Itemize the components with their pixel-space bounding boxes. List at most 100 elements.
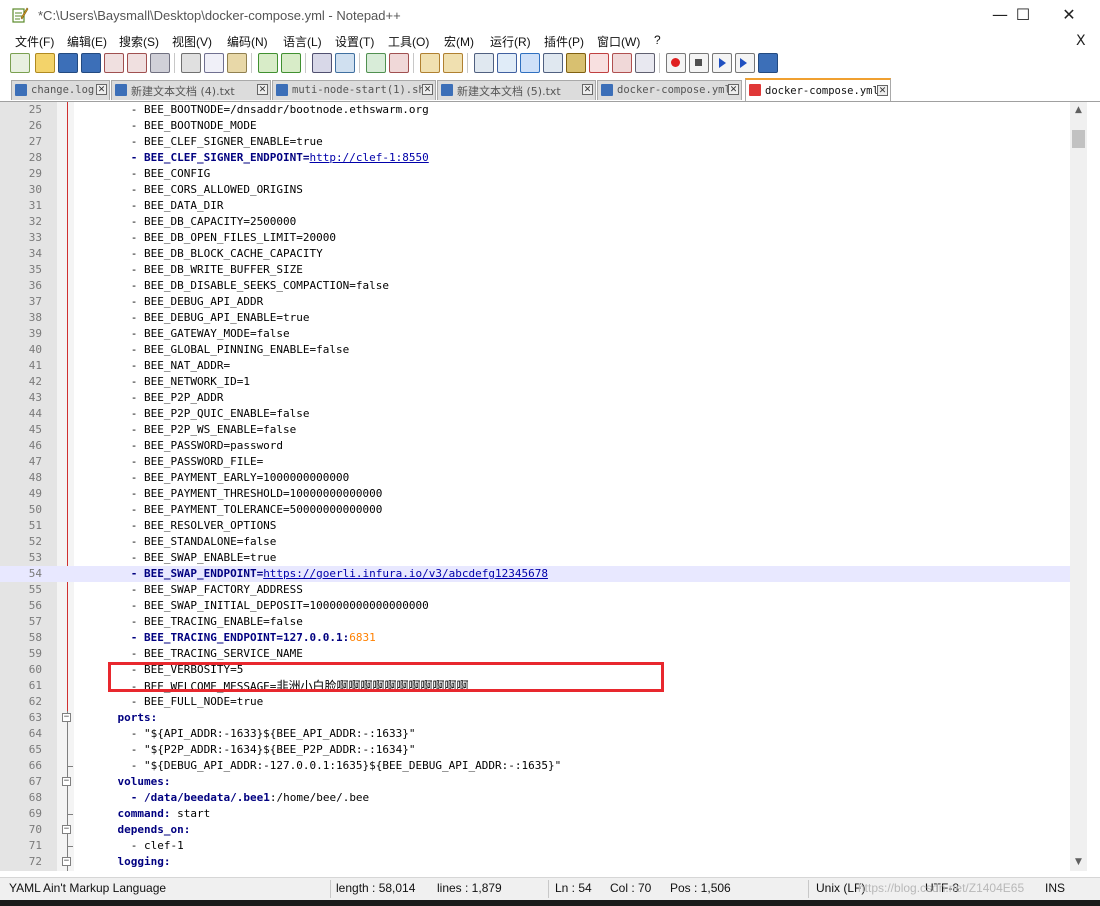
close-icon[interactable] — [104, 53, 124, 73]
tab-docker-compose-1[interactable]: docker-compose.yml ✕ — [597, 80, 742, 100]
document-map-icon[interactable] — [566, 53, 586, 73]
code-line[interactable]: 62 - BEE_FULL_NODE=true — [0, 694, 1070, 710]
language-icon[interactable] — [543, 53, 563, 73]
code-line[interactable]: 42 - BEE_NETWORK_ID=1 — [0, 374, 1070, 390]
menu-encoding[interactable]: 编码(N) — [227, 33, 268, 50]
tab-docker-compose-active[interactable]: docker-compose.yml ✕ — [745, 78, 891, 101]
replace-icon[interactable] — [335, 53, 355, 73]
code-line[interactable]: 68 - /data/beedata/.bee1:/home/bee/.bee — [0, 790, 1070, 806]
tab-close-icon[interactable]: ✕ — [96, 84, 107, 95]
fold-toggle-icon[interactable]: − — [62, 777, 71, 786]
code-line[interactable]: 26 - BEE_BOOTNODE_MODE — [0, 118, 1070, 134]
code-line[interactable]: 65 - "${P2P_ADDR:-1634}${BEE_P2P_ADDR:-:… — [0, 742, 1070, 758]
maximize-button[interactable]: ☐ — [1000, 0, 1046, 32]
redo-icon[interactable] — [281, 53, 301, 73]
editor-area[interactable]: 25 - BEE_BOOTNODE=/dnsaddr/bootnode.eths… — [0, 102, 1070, 871]
code-line[interactable]: 25 - BEE_BOOTNODE=/dnsaddr/bootnode.eths… — [0, 102, 1070, 118]
play-macro-icon[interactable] — [712, 53, 732, 73]
code-line[interactable]: 37 - BEE_DEBUG_API_ADDR — [0, 294, 1070, 310]
fold-toggle-icon[interactable]: − — [62, 825, 71, 834]
code-line[interactable]: 47 - BEE_PASSWORD_FILE= — [0, 454, 1070, 470]
menu-plugins[interactable]: 插件(P) — [544, 33, 584, 50]
tab-close-icon[interactable]: ✕ — [582, 84, 593, 95]
fold-toggle-icon[interactable]: − — [62, 713, 71, 722]
menu-edit[interactable]: 编辑(E) — [67, 33, 107, 50]
code-line[interactable]: 53 - BEE_SWAP_ENABLE=true — [0, 550, 1070, 566]
code-line[interactable]: 38 - BEE_DEBUG_API_ENABLE=true — [0, 310, 1070, 326]
code-line[interactable]: 55 - BEE_SWAP_FACTORY_ADDRESS — [0, 582, 1070, 598]
code-line[interactable]: 60 - BEE_VERBOSITY=5 — [0, 662, 1070, 678]
copy-icon[interactable] — [204, 53, 224, 73]
tab-close-icon[interactable]: ✕ — [877, 85, 888, 96]
code-line[interactable]: 39 - BEE_GATEWAY_MODE=false — [0, 326, 1070, 342]
tab-close-icon[interactable]: ✕ — [728, 84, 739, 95]
function-list-icon[interactable] — [589, 53, 609, 73]
code-line[interactable]: 33 - BEE_DB_OPEN_FILES_LIMIT=20000 — [0, 230, 1070, 246]
code-line[interactable]: 50 - BEE_PAYMENT_TOLERANCE=5000000000000… — [0, 502, 1070, 518]
stop-record-icon[interactable] — [689, 53, 709, 73]
menu-macro[interactable]: 宏(M) — [444, 33, 474, 50]
code-line[interactable]: 31 - BEE_DATA_DIR — [0, 198, 1070, 214]
play-multiple-icon[interactable] — [735, 53, 755, 73]
menu-window[interactable]: 窗口(W) — [597, 33, 640, 50]
undo-icon[interactable] — [258, 53, 278, 73]
tab-close-icon[interactable]: ✕ — [422, 84, 433, 95]
menu-tools[interactable]: 工具(O) — [388, 33, 429, 50]
close-all-icon[interactable] — [127, 53, 147, 73]
record-macro-icon[interactable] — [666, 53, 686, 73]
code-line[interactable]: 44 - BEE_P2P_QUIC_ENABLE=false — [0, 406, 1070, 422]
new-file-icon[interactable] — [10, 53, 30, 73]
sync-v-icon[interactable] — [420, 53, 440, 73]
cut-icon[interactable] — [181, 53, 201, 73]
code-line[interactable]: 30 - BEE_CORS_ALLOWED_ORIGINS — [0, 182, 1070, 198]
menu-help[interactable]: ? — [654, 33, 661, 47]
tab-muti-node-start[interactable]: muti-node-start(1).sh ✕ — [272, 80, 436, 100]
menu-file[interactable]: 文件(F) — [15, 33, 54, 50]
code-line[interactable]: 32 - BEE_DB_CAPACITY=2500000 — [0, 214, 1070, 230]
menu-language[interactable]: 语言(L) — [283, 33, 322, 50]
code-line[interactable]: 71 - clef-1 — [0, 838, 1070, 854]
find-icon[interactable] — [312, 53, 332, 73]
vertical-scrollbar[interactable]: ▲ ▼ — [1070, 102, 1087, 871]
save-macro-icon[interactable] — [758, 53, 778, 73]
code-line[interactable]: 35 - BEE_DB_WRITE_BUFFER_SIZE — [0, 262, 1070, 278]
code-line[interactable]: 67 − volumes: — [0, 774, 1070, 790]
folder-workspace-icon[interactable] — [612, 53, 632, 73]
code-line[interactable]: 43 - BEE_P2P_ADDR — [0, 390, 1070, 406]
close-document-button[interactable]: X — [1076, 33, 1086, 49]
menu-settings[interactable]: 设置(T) — [335, 33, 374, 50]
code-line[interactable]: 69 command: start — [0, 806, 1070, 822]
code-line[interactable]: 64 - "${API_ADDR:-1633}${BEE_API_ADDR:-:… — [0, 726, 1070, 742]
save-icon[interactable] — [58, 53, 78, 73]
word-wrap-icon[interactable] — [474, 53, 494, 73]
code-line[interactable]: 61 - BEE_WELCOME_MESSAGE=非洲小白脸啊啊啊啊啊啊啊啊啊啊… — [0, 678, 1070, 694]
tab-change-log[interactable]: change.log ✕ — [11, 80, 110, 100]
open-file-icon[interactable] — [35, 53, 55, 73]
code-line[interactable]: 46 - BEE_PASSWORD=password — [0, 438, 1070, 454]
sync-h-icon[interactable] — [443, 53, 463, 73]
code-line[interactable]: 51 - BEE_RESOLVER_OPTIONS — [0, 518, 1070, 534]
zoom-out-icon[interactable] — [389, 53, 409, 73]
menu-view[interactable]: 视图(V) — [172, 33, 212, 50]
code-line[interactable]: 40 - BEE_GLOBAL_PINNING_ENABLE=false — [0, 342, 1070, 358]
menu-search[interactable]: 搜索(S) — [119, 33, 159, 50]
tab-new-text-5[interactable]: 新建文本文档 (5).txt ✕ — [437, 80, 596, 100]
show-all-chars-icon[interactable] — [497, 53, 517, 73]
code-line[interactable]: 58 - BEE_TRACING_ENDPOINT=127.0.0.1:6831 — [0, 630, 1070, 646]
code-line[interactable]: 54 - BEE_SWAP_ENDPOINT=https://goerli.in… — [0, 566, 1070, 582]
code-line[interactable]: 36 - BEE_DB_DISABLE_SEEKS_COMPACTION=fal… — [0, 278, 1070, 294]
code-line[interactable]: 56 - BEE_SWAP_INITIAL_DEPOSIT=1000000000… — [0, 598, 1070, 614]
scrollbar-thumb[interactable] — [1072, 130, 1085, 148]
code-line[interactable]: 34 - BEE_DB_BLOCK_CACHE_CAPACITY — [0, 246, 1070, 262]
tab-new-text-4[interactable]: 新建文本文档 (4).txt ✕ — [111, 80, 271, 100]
scroll-up-icon[interactable]: ▲ — [1070, 102, 1087, 119]
code-line[interactable]: 29 - BEE_CONFIG — [0, 166, 1070, 182]
code-line[interactable]: 63 − ports: — [0, 710, 1070, 726]
code-line[interactable]: 41 - BEE_NAT_ADDR= — [0, 358, 1070, 374]
code-line[interactable]: 27 - BEE_CLEF_SIGNER_ENABLE=true — [0, 134, 1070, 150]
scroll-down-icon[interactable]: ▼ — [1070, 854, 1087, 871]
tab-close-icon[interactable]: ✕ — [257, 84, 268, 95]
code-line[interactable]: 45 - BEE_P2P_WS_ENABLE=false — [0, 422, 1070, 438]
code-line[interactable]: 59 - BEE_TRACING_SERVICE_NAME — [0, 646, 1070, 662]
code-line[interactable]: 57 - BEE_TRACING_ENABLE=false — [0, 614, 1070, 630]
